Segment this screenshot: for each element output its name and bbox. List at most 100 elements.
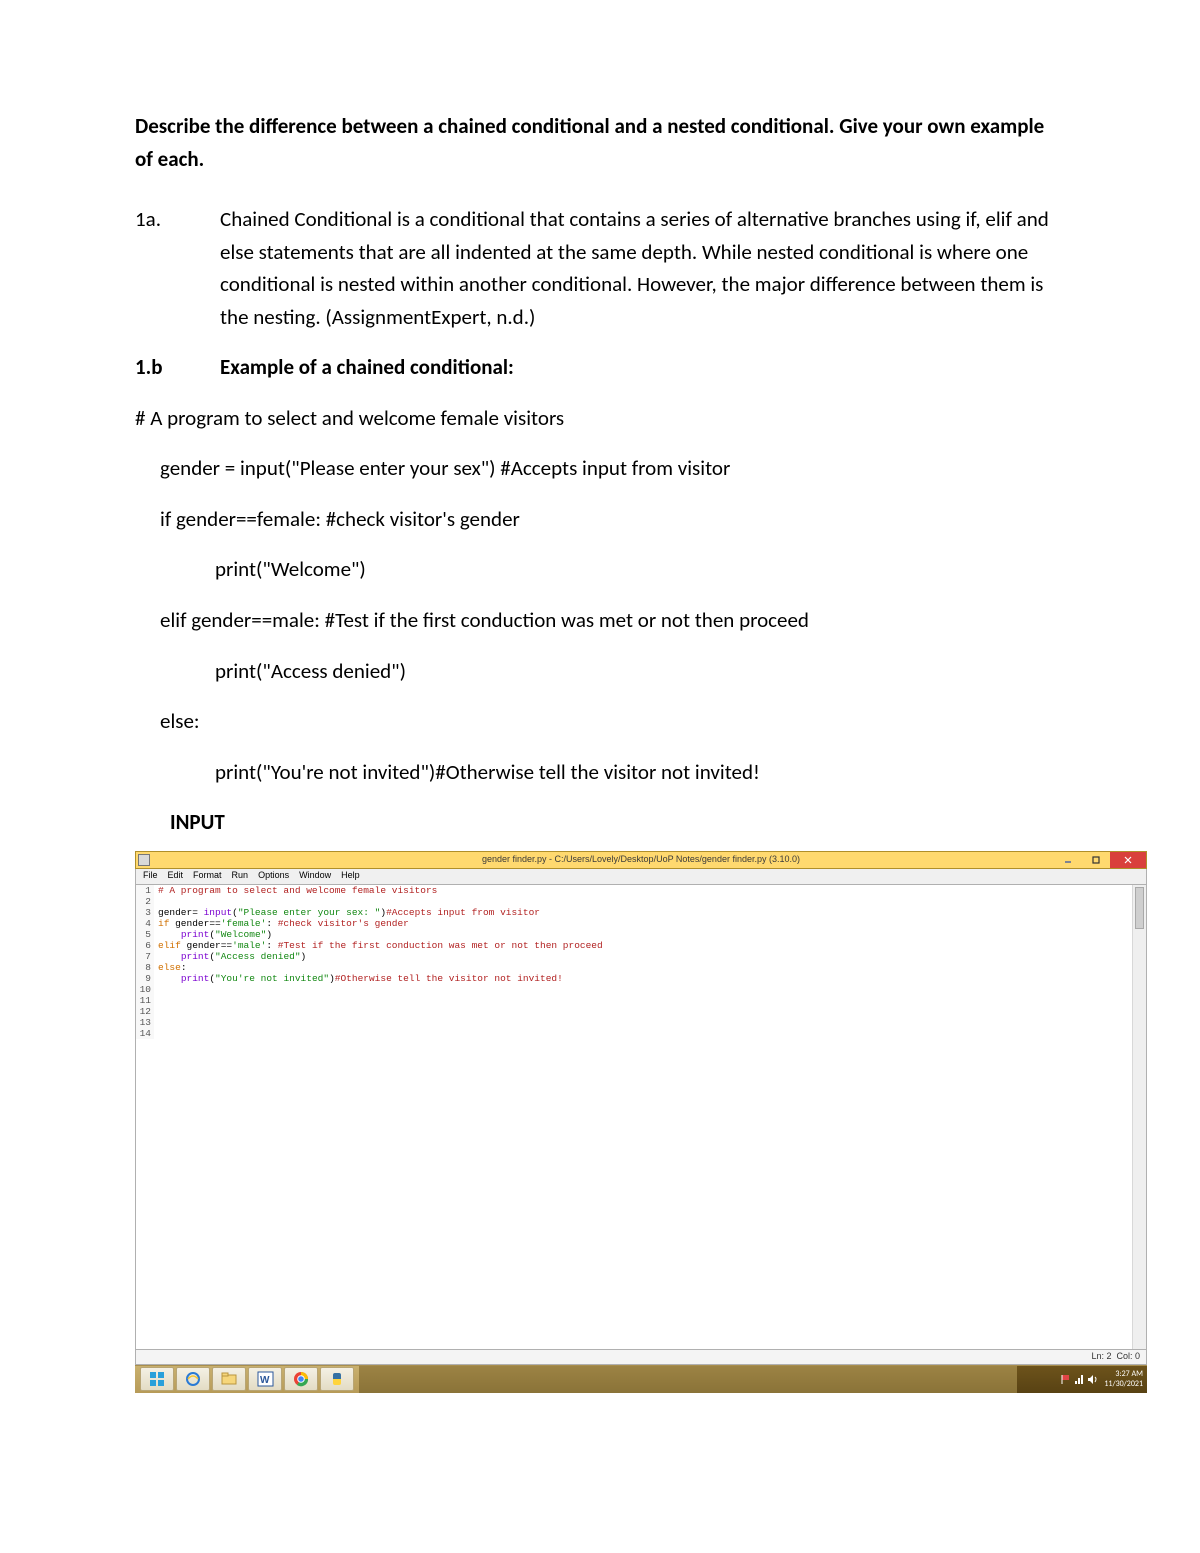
- internet-explorer-icon: [185, 1371, 201, 1387]
- idle-code-line: 5 print("Welcome"): [136, 929, 1146, 940]
- idle-screenshot: gender finder.py - C:/Users/Lovely/Deskt…: [135, 851, 1147, 1365]
- status-ln: Ln: 2: [1091, 1350, 1111, 1364]
- close-icon: [1123, 855, 1133, 865]
- idle-code-line: 13: [136, 1017, 1146, 1028]
- line-number: 14: [136, 1028, 154, 1039]
- label-1a: 1a.: [135, 203, 220, 333]
- line-content: # A program to select and welcome female…: [154, 885, 437, 896]
- code-line: print("Welcome"): [135, 553, 1065, 586]
- line-content: elif gender=='male': #Test if the first …: [154, 940, 603, 951]
- taskbar-chrome[interactable]: [284, 1367, 318, 1391]
- line-content: [154, 984, 158, 995]
- input-heading: INPUT: [135, 806, 1065, 839]
- code-line: if gender==female: #check visitor's gend…: [135, 503, 1065, 536]
- line-content: print("Access denied"): [154, 951, 306, 962]
- menu-options[interactable]: Options: [253, 869, 294, 883]
- idle-menubar: File Edit Format Run Options Window Help: [135, 869, 1147, 885]
- line-number: 11: [136, 995, 154, 1006]
- taskbar-word[interactable]: W: [248, 1367, 282, 1391]
- line-content: print("You're not invited")#Otherwise te…: [154, 973, 563, 984]
- line-number: 4: [136, 918, 154, 929]
- start-button[interactable]: [140, 1367, 174, 1391]
- question-heading: Describe the difference between a chaine…: [135, 110, 1065, 175]
- chrome-icon: [293, 1371, 309, 1387]
- close-button[interactable]: [1110, 852, 1146, 868]
- line-number: 13: [136, 1017, 154, 1028]
- line-number: 2: [136, 896, 154, 907]
- idle-code-line: 4if gender=='female': #check visitor's g…: [136, 918, 1146, 929]
- maximize-icon: [1091, 855, 1101, 865]
- menu-edit[interactable]: Edit: [163, 869, 189, 883]
- window-controls: [1054, 852, 1146, 868]
- clock-date: 11/30/2021: [1104, 1379, 1143, 1389]
- idle-code-line: 7 print("Access denied"): [136, 951, 1146, 962]
- windows-logo-icon: [149, 1371, 165, 1387]
- menu-format[interactable]: Format: [188, 869, 227, 883]
- file-explorer-icon: [221, 1371, 237, 1387]
- word-icon: W: [257, 1371, 274, 1387]
- system-tray[interactable]: 3:27 AM 11/30/2021: [1017, 1366, 1147, 1393]
- maximize-button[interactable]: [1082, 852, 1110, 868]
- flag-icon: [1061, 1374, 1070, 1385]
- idle-code-line: 8else:: [136, 962, 1146, 973]
- code-line: elif gender==male: #Test if the first co…: [135, 604, 1065, 637]
- idle-code-line: 1# A program to select and welcome femal…: [136, 885, 1146, 896]
- idle-code-line: 6elif gender=='male': #Test if the first…: [136, 940, 1146, 951]
- minimize-icon: [1063, 855, 1073, 865]
- line-content: [154, 1017, 158, 1028]
- volume-icon: [1087, 1374, 1098, 1385]
- document-page: Describe the difference between a chaine…: [0, 0, 1200, 1453]
- line-number: 9: [136, 973, 154, 984]
- windows-taskbar: W: [135, 1365, 1147, 1393]
- taskbar-idle[interactable]: [320, 1367, 354, 1391]
- menu-run[interactable]: Run: [227, 869, 254, 883]
- idle-titlebar: gender finder.py - C:/Users/Lovely/Deskt…: [135, 851, 1147, 869]
- idle-code-line: 10: [136, 984, 1146, 995]
- network-icon: [1074, 1374, 1083, 1385]
- idle-statusbar: Ln: 2 Col: 0: [135, 1350, 1147, 1365]
- line-number: 7: [136, 951, 154, 962]
- tray-icons: [1061, 1374, 1098, 1385]
- taskbar-clock[interactable]: 3:27 AM 11/30/2021: [1104, 1369, 1143, 1389]
- taskbar-pinned: W: [135, 1366, 359, 1393]
- line-content: else:: [154, 962, 187, 973]
- svg-text:W: W: [260, 1375, 270, 1386]
- line-number: 1: [136, 885, 154, 896]
- menu-window[interactable]: Window: [294, 869, 336, 883]
- code-line: print("Access denied"): [135, 655, 1065, 688]
- code-line: else:: [135, 705, 1065, 738]
- vertical-scrollbar[interactable]: [1132, 885, 1146, 1349]
- idle-window-title: gender finder.py - C:/Users/Lovely/Deskt…: [136, 853, 1146, 867]
- line-number: 12: [136, 1006, 154, 1017]
- idle-code-line: 2: [136, 896, 1146, 907]
- taskbar-ie[interactable]: [176, 1367, 210, 1391]
- text-1a: Chained Conditional is a conditional tha…: [220, 203, 1065, 333]
- status-col: Col: 0: [1116, 1350, 1140, 1364]
- idle-code-line: 14: [136, 1028, 1146, 1039]
- line-content: [154, 896, 158, 907]
- idle-code-line: 11: [136, 995, 1146, 1006]
- line-content: if gender=='female': #check visitor's ge…: [154, 918, 409, 929]
- label-1b: 1.b: [135, 351, 220, 384]
- menu-help[interactable]: Help: [336, 869, 365, 883]
- heading-1b: 1.b Example of a chained conditional:: [135, 351, 1065, 384]
- idle-code-line: 9 print("You're not invited")#Otherwise …: [136, 973, 1146, 984]
- minimize-button[interactable]: [1054, 852, 1082, 868]
- menu-file[interactable]: File: [138, 869, 163, 883]
- idle-code-line: 12: [136, 1006, 1146, 1017]
- line-number: 10: [136, 984, 154, 995]
- line-content: print("Welcome"): [154, 929, 272, 940]
- taskbar-explorer[interactable]: [212, 1367, 246, 1391]
- taskbar-empty: [359, 1366, 1017, 1393]
- clock-time: 3:27 AM: [1104, 1369, 1143, 1379]
- idle-editor[interactable]: 1# A program to select and welcome femal…: [135, 885, 1147, 1350]
- idle-code-line: 3gender= input("Please enter your sex: "…: [136, 907, 1146, 918]
- code-line: gender = input("Please enter your sex") …: [135, 452, 1065, 485]
- line-content: [154, 1028, 158, 1039]
- python-icon: [329, 1371, 345, 1387]
- line-number: 5: [136, 929, 154, 940]
- line-number: 8: [136, 962, 154, 973]
- line-content: gender= input("Please enter your sex: ")…: [154, 907, 540, 918]
- code-line: print("You're not invited")#Otherwise te…: [135, 756, 1065, 789]
- code-comment-intro: # A program to select and welcome female…: [135, 402, 1065, 435]
